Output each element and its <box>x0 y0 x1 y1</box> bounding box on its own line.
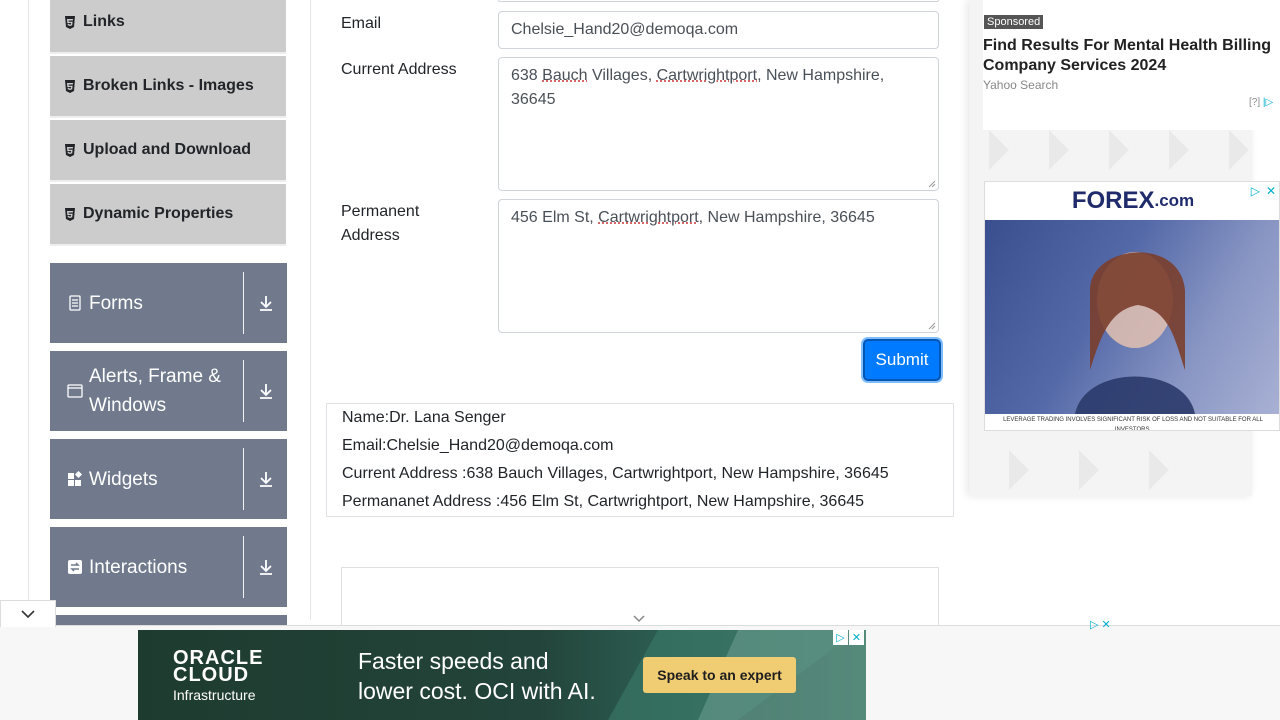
adchoices-icon[interactable]: ▷ <box>1251 184 1260 198</box>
speak-to-expert-button[interactable]: Speak to an expert <box>643 657 796 693</box>
output-name: Name:Dr. Lana Senger <box>342 409 506 426</box>
close-icon[interactable]: ✕ <box>849 630 864 645</box>
address-text: Villages, <box>587 67 657 84</box>
oracle-ad[interactable]: ORACLE CLOUD Infrastructure Faster speed… <box>138 630 866 720</box>
group-divider <box>243 272 244 334</box>
group-divider <box>243 360 244 422</box>
download-icon[interactable] <box>244 382 287 400</box>
group-divider <box>243 536 244 598</box>
forex-ad[interactable]: FOREX .com LEVERAGE TRADING INVOLVES SIGN… <box>984 181 1280 431</box>
email-label: Email <box>341 15 382 32</box>
output-current-address: Current Address :638 Bauch Villages, Car… <box>342 465 889 482</box>
sidebar-group-interactions[interactable]: Interactions <box>50 527 287 607</box>
document-icon <box>67 295 83 311</box>
address-text: 638 <box>511 67 543 84</box>
oracle-ad-line: Faster speeds and <box>358 648 549 674</box>
sidebar-group-next[interactable] <box>50 615 287 625</box>
sidebar-divider <box>310 0 311 620</box>
oracle-logo: ORACLE CLOUD Infrastructure <box>173 648 263 703</box>
oracle-logo-line: CLOUD <box>173 664 250 686</box>
group-label: Widgets <box>89 468 158 490</box>
forex-logo-text: FOREX <box>1071 187 1155 214</box>
output-box: Name:Dr. Lana Senger Email:Chelsie_Hand2… <box>326 403 954 517</box>
resize-handle-icon[interactable] <box>928 322 936 330</box>
address-text: , New Hampshire, 36645 <box>698 209 875 226</box>
page: Links Broken Links - Images Upload and D… <box>0 0 1280 720</box>
current-address-label: Current Address <box>341 61 457 78</box>
html5-icon <box>64 15 76 29</box>
forex-ad-image <box>985 220 1279 414</box>
sidebar-group-widgets[interactable]: Widgets <box>50 439 287 519</box>
sidebar-item-label: Dynamic Properties <box>83 205 234 222</box>
previous-field-edge <box>498 0 939 2</box>
group-divider <box>243 448 244 510</box>
forex-logo-suffix: .com <box>1154 191 1195 210</box>
window-icon <box>67 383 83 399</box>
address-text: Bauch <box>542 67 588 84</box>
html5-icon <box>64 79 76 93</box>
group-label: Forms <box>89 292 143 314</box>
ad-choices[interactable]: ▷ ✕ <box>1251 184 1276 198</box>
ad-placeholder-box <box>341 567 939 627</box>
adchoices-icon[interactable]: ▷ <box>833 630 848 645</box>
sidebar-item-upload-download[interactable]: Upload and Download <box>50 120 286 182</box>
sidebar-item-dynamic-properties[interactable]: Dynamic Properties <box>50 184 286 246</box>
output-permanent-address: Permananet Address :456 Elm St, Cartwrig… <box>342 493 865 510</box>
permanent-address-label: Permanent Address <box>341 203 420 244</box>
close-icon[interactable]: ✕ <box>1102 619 1111 631</box>
submit-button[interactable]: Submit <box>863 339 941 381</box>
adchoices-icon[interactable]: ▷ <box>1090 619 1098 631</box>
sidebar-item-label: Links <box>83 13 125 30</box>
chevron-down-icon <box>21 610 35 619</box>
forex-logo: FOREX .com <box>985 182 1279 220</box>
address-text: Cartwrightport <box>656 67 758 84</box>
address-text: Cartwrightport <box>598 209 699 226</box>
group-label: Alerts, Frame & Windows <box>89 366 221 416</box>
download-icon[interactable] <box>244 294 287 312</box>
ad-choices[interactable]: ▷ ✕ <box>1090 618 1111 631</box>
left-gutter-divider <box>28 0 29 620</box>
sidebar-group-forms[interactable]: Forms <box>50 263 287 343</box>
collapse-ad-button[interactable] <box>0 600 56 627</box>
sidebar-item-label: Broken Links - Images <box>83 77 254 94</box>
oracle-ad-text: Faster speeds and lower cost. OCI with A… <box>358 646 596 706</box>
forex-disclaimer: LEVERAGE TRADING INVOLVES SIGNIFICANT RI… <box>1003 417 1263 431</box>
ad-source: Yahoo Search <box>983 78 1059 92</box>
close-icon[interactable]: ✕ <box>1266 184 1276 198</box>
ad-headline-text: Find Results For Mental Health Billing C… <box>983 37 1272 74</box>
email-field[interactable]: Chelsie_Hand20@demoqa.com <box>498 11 939 49</box>
ad-choices[interactable]: ▷ ✕ <box>833 630 864 645</box>
woman-portrait-image <box>1075 252 1195 414</box>
ad-headline-link[interactable]: Find Results For Mental Health Billing C… <box>983 36 1280 76</box>
download-icon[interactable] <box>244 558 287 576</box>
sidebar-group-alerts[interactable]: Alerts, Frame & Windows <box>50 351 287 431</box>
address-text: 456 Elm St, <box>511 209 599 226</box>
sidebar-item-broken-links[interactable]: Broken Links - Images <box>50 56 286 118</box>
sidebar-item-links[interactable]: Links <box>50 0 286 54</box>
oracle-logo-line: Infrastructure <box>173 687 256 703</box>
widgets-icon <box>67 471 83 487</box>
download-icon[interactable] <box>244 470 287 488</box>
ad-help-link[interactable]: [?] |▷ <box>1249 97 1273 108</box>
sidebar-item-label: Upload and Download <box>83 141 251 158</box>
ad-help-text: [?] <box>1249 97 1261 108</box>
interactions-icon <box>67 559 83 575</box>
sponsored-badge: Sponsored <box>984 15 1044 29</box>
chevron-down-icon[interactable] <box>632 614 646 624</box>
resize-handle-icon[interactable] <box>928 180 936 188</box>
output-email: Email:Chelsie_Hand20@demoqa.com <box>342 437 614 454</box>
permanent-address-field[interactable]: 456 Elm St, Cartwrightport, New Hampshir… <box>498 199 939 333</box>
oracle-ad-line: lower cost. OCI with AI. <box>358 678 596 704</box>
group-label: Interactions <box>89 556 188 578</box>
html5-icon <box>64 143 76 157</box>
html5-icon <box>64 207 76 221</box>
current-address-field[interactable]: 638 Bauch Villages, Cartwrightport, New … <box>498 57 939 191</box>
